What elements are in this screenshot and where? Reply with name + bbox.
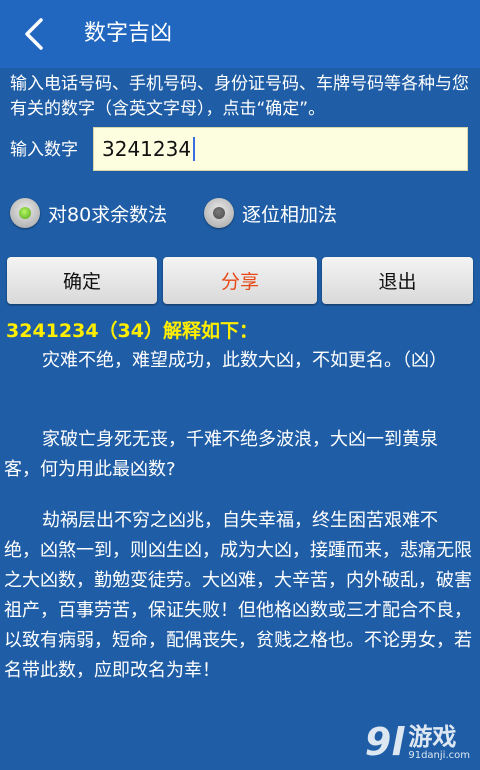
result-heading: 3241234（34）解释如下：	[6, 320, 258, 342]
number-input-value: 3241234	[102, 137, 192, 161]
number-input[interactable]: 3241234	[93, 127, 468, 171]
watermark: 9l 游戏 91danji.com	[365, 722, 470, 762]
watermark-url: 91danji.com	[408, 750, 470, 761]
radio-unselected-icon	[204, 198, 234, 228]
confirm-button[interactable]: 确定	[7, 257, 157, 304]
radio-selected-icon	[10, 198, 40, 228]
radio-digit-sum[interactable]: 逐位相加法	[204, 194, 337, 232]
app-bar: 数字吉凶	[0, 0, 480, 68]
radio-mod80-label: 对80求余数法	[48, 203, 168, 226]
input-label: 输入数字	[10, 140, 78, 160]
share-button[interactable]: 分享	[163, 257, 317, 304]
watermark-name: 游戏	[408, 723, 457, 751]
result-paragraph-3: 劫祸层出不穷之凶兆，自失幸福，终生困苦艰难不绝，凶煞一到，则凶生凶，成为大凶，接…	[4, 510, 472, 681]
chevron-left-icon	[25, 18, 43, 50]
exit-button[interactable]: 退出	[322, 257, 473, 304]
text-caret	[193, 137, 196, 161]
watermark-logo: 9l	[364, 720, 405, 764]
radio-mod80[interactable]: 对80求余数法	[10, 194, 167, 232]
radio-digit-sum-label: 逐位相加法	[242, 203, 338, 226]
result-paragraph-2: 家破亡身死无丧，千难不绝多波浪，大凶一到黄泉客，何为用此最凶数?	[4, 429, 438, 480]
page-title: 数字吉凶	[84, 21, 173, 46]
result-paragraph-1: 灾难不绝，难望成功，此数大凶，不如更名。（凶）	[42, 350, 447, 371]
instruction-text: 输入电话号码、手机号码、身份证号码、车牌号码等各种与您有关的数字（含英文字母），…	[10, 74, 469, 119]
back-button[interactable]	[14, 14, 54, 54]
